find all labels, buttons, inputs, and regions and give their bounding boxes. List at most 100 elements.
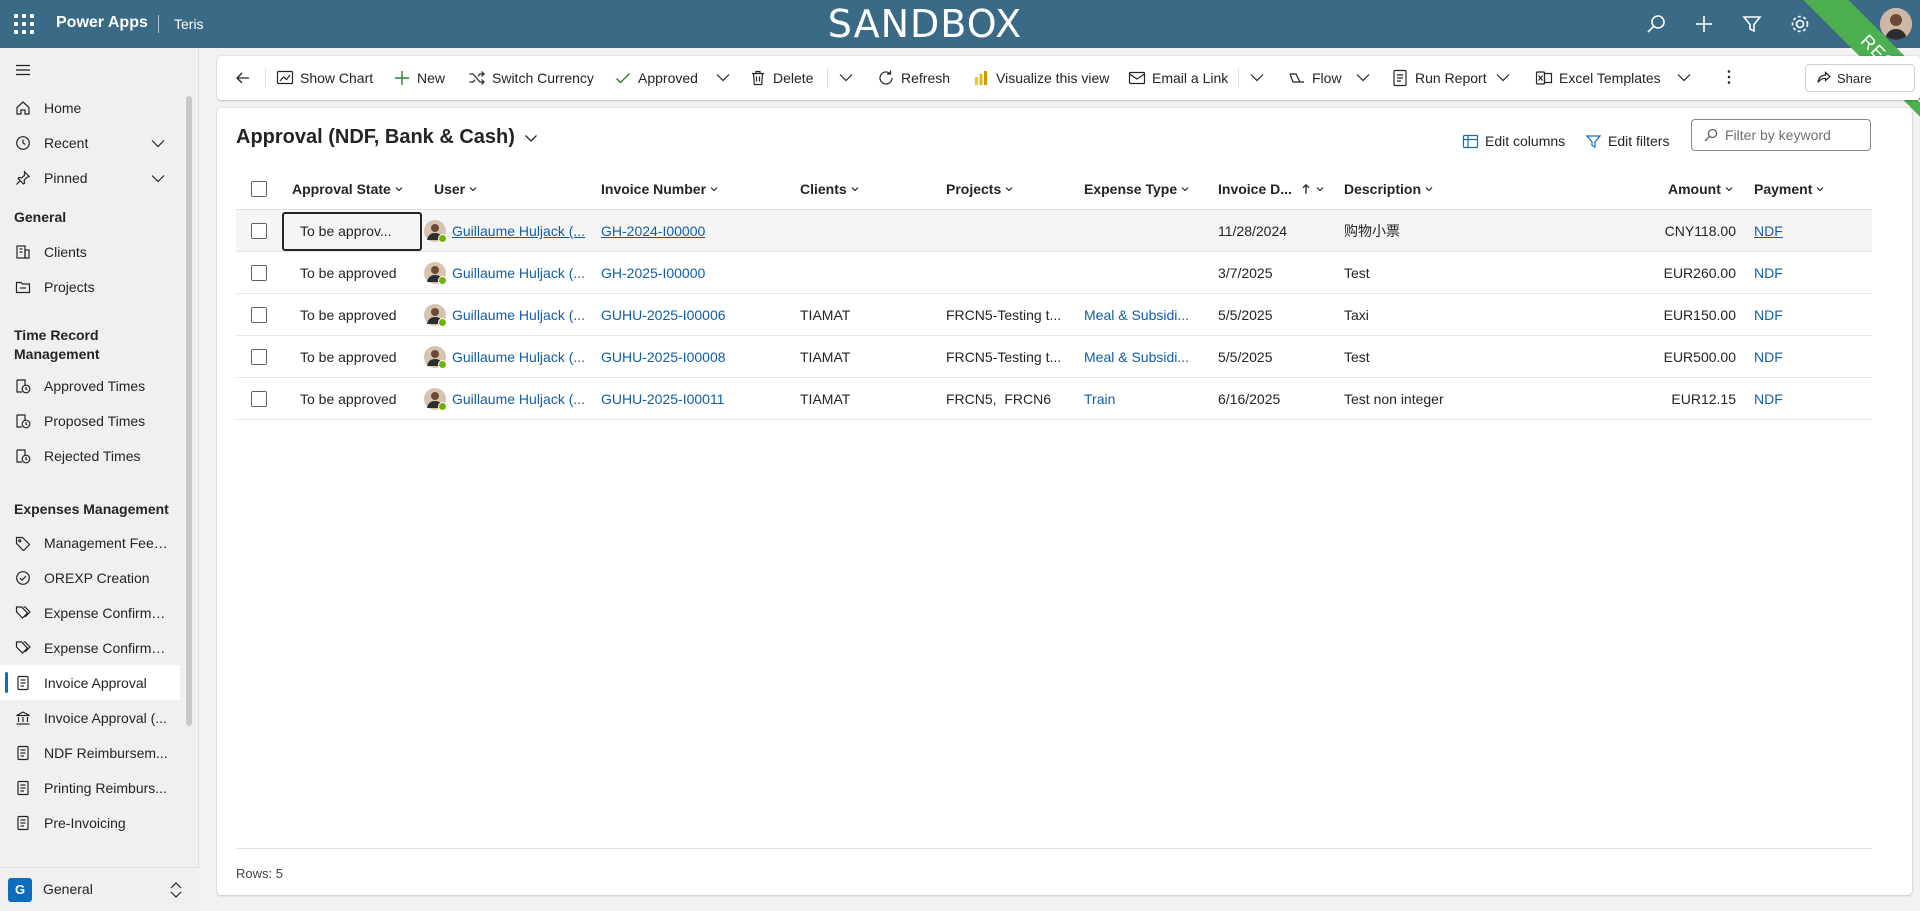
gear-icon[interactable] (1788, 12, 1812, 36)
row-checkbox[interactable] (251, 223, 267, 239)
row-checkbox[interactable] (251, 391, 267, 407)
sidebar-item-invoice-approval-2[interactable]: Invoice Approval (... (0, 700, 180, 735)
project-cell[interactable] (946, 252, 1074, 294)
client-cell[interactable]: TIAMAT (800, 336, 930, 378)
user-link[interactable]: Guillaume Huljack (... (452, 294, 592, 336)
flow-button[interactable]: Flow (1288, 56, 1342, 100)
payment-link[interactable]: NDF (1754, 210, 1834, 252)
delete-button[interactable]: Delete (749, 56, 813, 100)
sidebar-scrollbar[interactable] (186, 96, 192, 726)
expense-type-link[interactable] (1084, 210, 1208, 252)
sidebar-item-rejected-times[interactable]: Rejected Times (0, 438, 180, 473)
back-button[interactable] (234, 56, 258, 100)
approval-state-cell[interactable]: To be approved (300, 294, 418, 336)
user-link[interactable]: Guillaume Huljack (... (452, 210, 592, 252)
approval-state-cell[interactable]: To be approved (300, 336, 418, 378)
sidebar-item-orexp-creation[interactable]: OREXP Creation (0, 560, 180, 595)
share-button[interactable]: Share (1805, 64, 1915, 92)
select-all-checkbox[interactable] (251, 181, 267, 197)
chevron-down-icon[interactable] (150, 135, 166, 151)
client-cell[interactable]: TIAMAT (800, 378, 930, 420)
sidebar-item-approved-times[interactable]: Approved Times (0, 368, 180, 403)
approval-state-cell[interactable]: To be approved (300, 252, 418, 294)
table-row[interactable]: To be approv... Guillaume Huljack (... G… (236, 210, 1872, 252)
chevron-up-down-icon[interactable] (168, 880, 184, 900)
payment-link[interactable]: NDF (1754, 378, 1834, 420)
plus-icon[interactable] (1692, 12, 1716, 36)
project-cell[interactable]: FRCN5-Testing t... (946, 336, 1074, 378)
search-icon[interactable] (1644, 12, 1668, 36)
column-header-approval-state[interactable]: Approval State (292, 168, 404, 210)
invoice-number-link[interactable]: GH-2024-I00000 (601, 210, 781, 252)
sidebar-item-management-fee[interactable]: Management Fee ... (0, 525, 180, 560)
client-cell[interactable] (800, 210, 930, 252)
sidebar-item-expense-confirmation-1[interactable]: Expense Confirma... (0, 595, 180, 630)
sidebar-item-pre-invoicing[interactable]: Pre-Invoicing (0, 805, 180, 840)
email-link-dropdown[interactable] (1248, 56, 1266, 100)
filter-by-keyword-field[interactable] (1691, 119, 1871, 151)
invoice-number-link[interactable]: GH-2025-I00000 (601, 252, 781, 294)
column-header-projects[interactable]: Projects (946, 168, 1014, 210)
column-header-invoice-date[interactable]: Invoice D... (1218, 168, 1325, 210)
row-checkbox[interactable] (251, 349, 267, 365)
project-cell[interactable]: FRCN5-Testing t... (946, 294, 1074, 336)
run-report-dropdown[interactable] (1494, 56, 1512, 100)
sidebar-item-clients[interactable]: Clients (0, 234, 180, 269)
show-chart-button[interactable]: Show Chart (276, 56, 373, 100)
sidebar-item-ndf-reimbursement[interactable]: NDF Reimbursem... (0, 735, 180, 770)
sidebar-item-printing-reimbursement[interactable]: Printing Reimburs... (0, 770, 180, 805)
column-header-payment[interactable]: Payment (1754, 168, 1825, 210)
client-cell[interactable]: TIAMAT (800, 294, 930, 336)
flow-dropdown[interactable] (1354, 56, 1372, 100)
hamburger-menu-button[interactable] (0, 52, 180, 87)
visualize-view-button[interactable]: Visualize this view (972, 56, 1109, 100)
project-cell[interactable]: FRCN5, FRCN6 (946, 378, 1074, 420)
sidebar-item-projects[interactable]: Projects (0, 269, 180, 304)
filter-icon[interactable] (1740, 12, 1764, 36)
run-report-button[interactable]: Run Report (1391, 56, 1487, 100)
column-header-user[interactable]: User (434, 168, 478, 210)
client-cell[interactable] (800, 252, 930, 294)
sidebar-item-pinned[interactable]: Pinned (0, 160, 180, 195)
sidebar-item-expense-confirmation-2[interactable]: Expense Confirma... (0, 630, 180, 665)
chevron-down-icon[interactable] (150, 170, 166, 186)
payment-link[interactable]: NDF (1754, 294, 1834, 336)
switch-currency-button[interactable]: Switch Currency (468, 56, 594, 100)
payment-link[interactable]: NDF (1754, 336, 1834, 378)
table-row[interactable]: To be approved Guillaume Huljack (... GU… (236, 294, 1872, 336)
approval-state-cell[interactable]: To be approv... (300, 210, 418, 252)
approved-button[interactable]: Approved (614, 56, 698, 100)
user-link[interactable]: Guillaume Huljack (... (452, 336, 592, 378)
area-switcher[interactable]: G General (0, 867, 199, 911)
help-icon[interactable] (1836, 12, 1860, 36)
table-row[interactable]: To be approved Guillaume Huljack (... GU… (236, 336, 1872, 378)
invoice-number-link[interactable]: GUHU-2025-I00006 (601, 294, 781, 336)
row-checkbox[interactable] (251, 265, 267, 281)
user-avatar[interactable] (1880, 8, 1912, 40)
expense-type-link[interactable]: Meal & Subsidi... (1084, 294, 1208, 336)
sidebar-item-invoice-approval[interactable]: Invoice Approval (0, 665, 180, 700)
invoice-number-link[interactable]: GUHU-2025-I00008 (601, 336, 781, 378)
edit-filters-button[interactable]: Edit filters (1585, 128, 1669, 154)
refresh-button[interactable]: Refresh (877, 56, 950, 100)
column-header-description[interactable]: Description (1344, 168, 1434, 210)
email-link-button[interactable]: Email a Link (1128, 56, 1228, 100)
search-input[interactable] (1725, 127, 1865, 143)
new-button[interactable]: New (393, 56, 445, 100)
project-cell[interactable] (946, 210, 1074, 252)
sidebar-item-home[interactable]: Home (0, 90, 180, 125)
sidebar-item-proposed-times[interactable]: Proposed Times (0, 403, 180, 438)
row-checkbox[interactable] (251, 307, 267, 323)
table-row[interactable]: To be approved Guillaume Huljack (... GH… (236, 252, 1872, 294)
more-options-button[interactable] (1720, 56, 1738, 100)
invoice-number-link[interactable]: GUHU-2025-I00011 (601, 378, 781, 420)
expense-type-link[interactable]: Meal & Subsidi... (1084, 336, 1208, 378)
table-row[interactable]: To be approved Guillaume Huljack (... GU… (236, 378, 1872, 420)
more-commands-dropdown[interactable] (837, 56, 855, 100)
approval-state-cell[interactable]: To be approved (300, 378, 418, 420)
excel-templates-button[interactable]: Excel Templates (1535, 56, 1661, 100)
column-header-expense-type[interactable]: Expense Type (1084, 168, 1190, 210)
approved-dropdown[interactable] (714, 56, 732, 100)
payment-link[interactable]: NDF (1754, 252, 1834, 294)
excel-templates-dropdown[interactable] (1675, 56, 1693, 100)
